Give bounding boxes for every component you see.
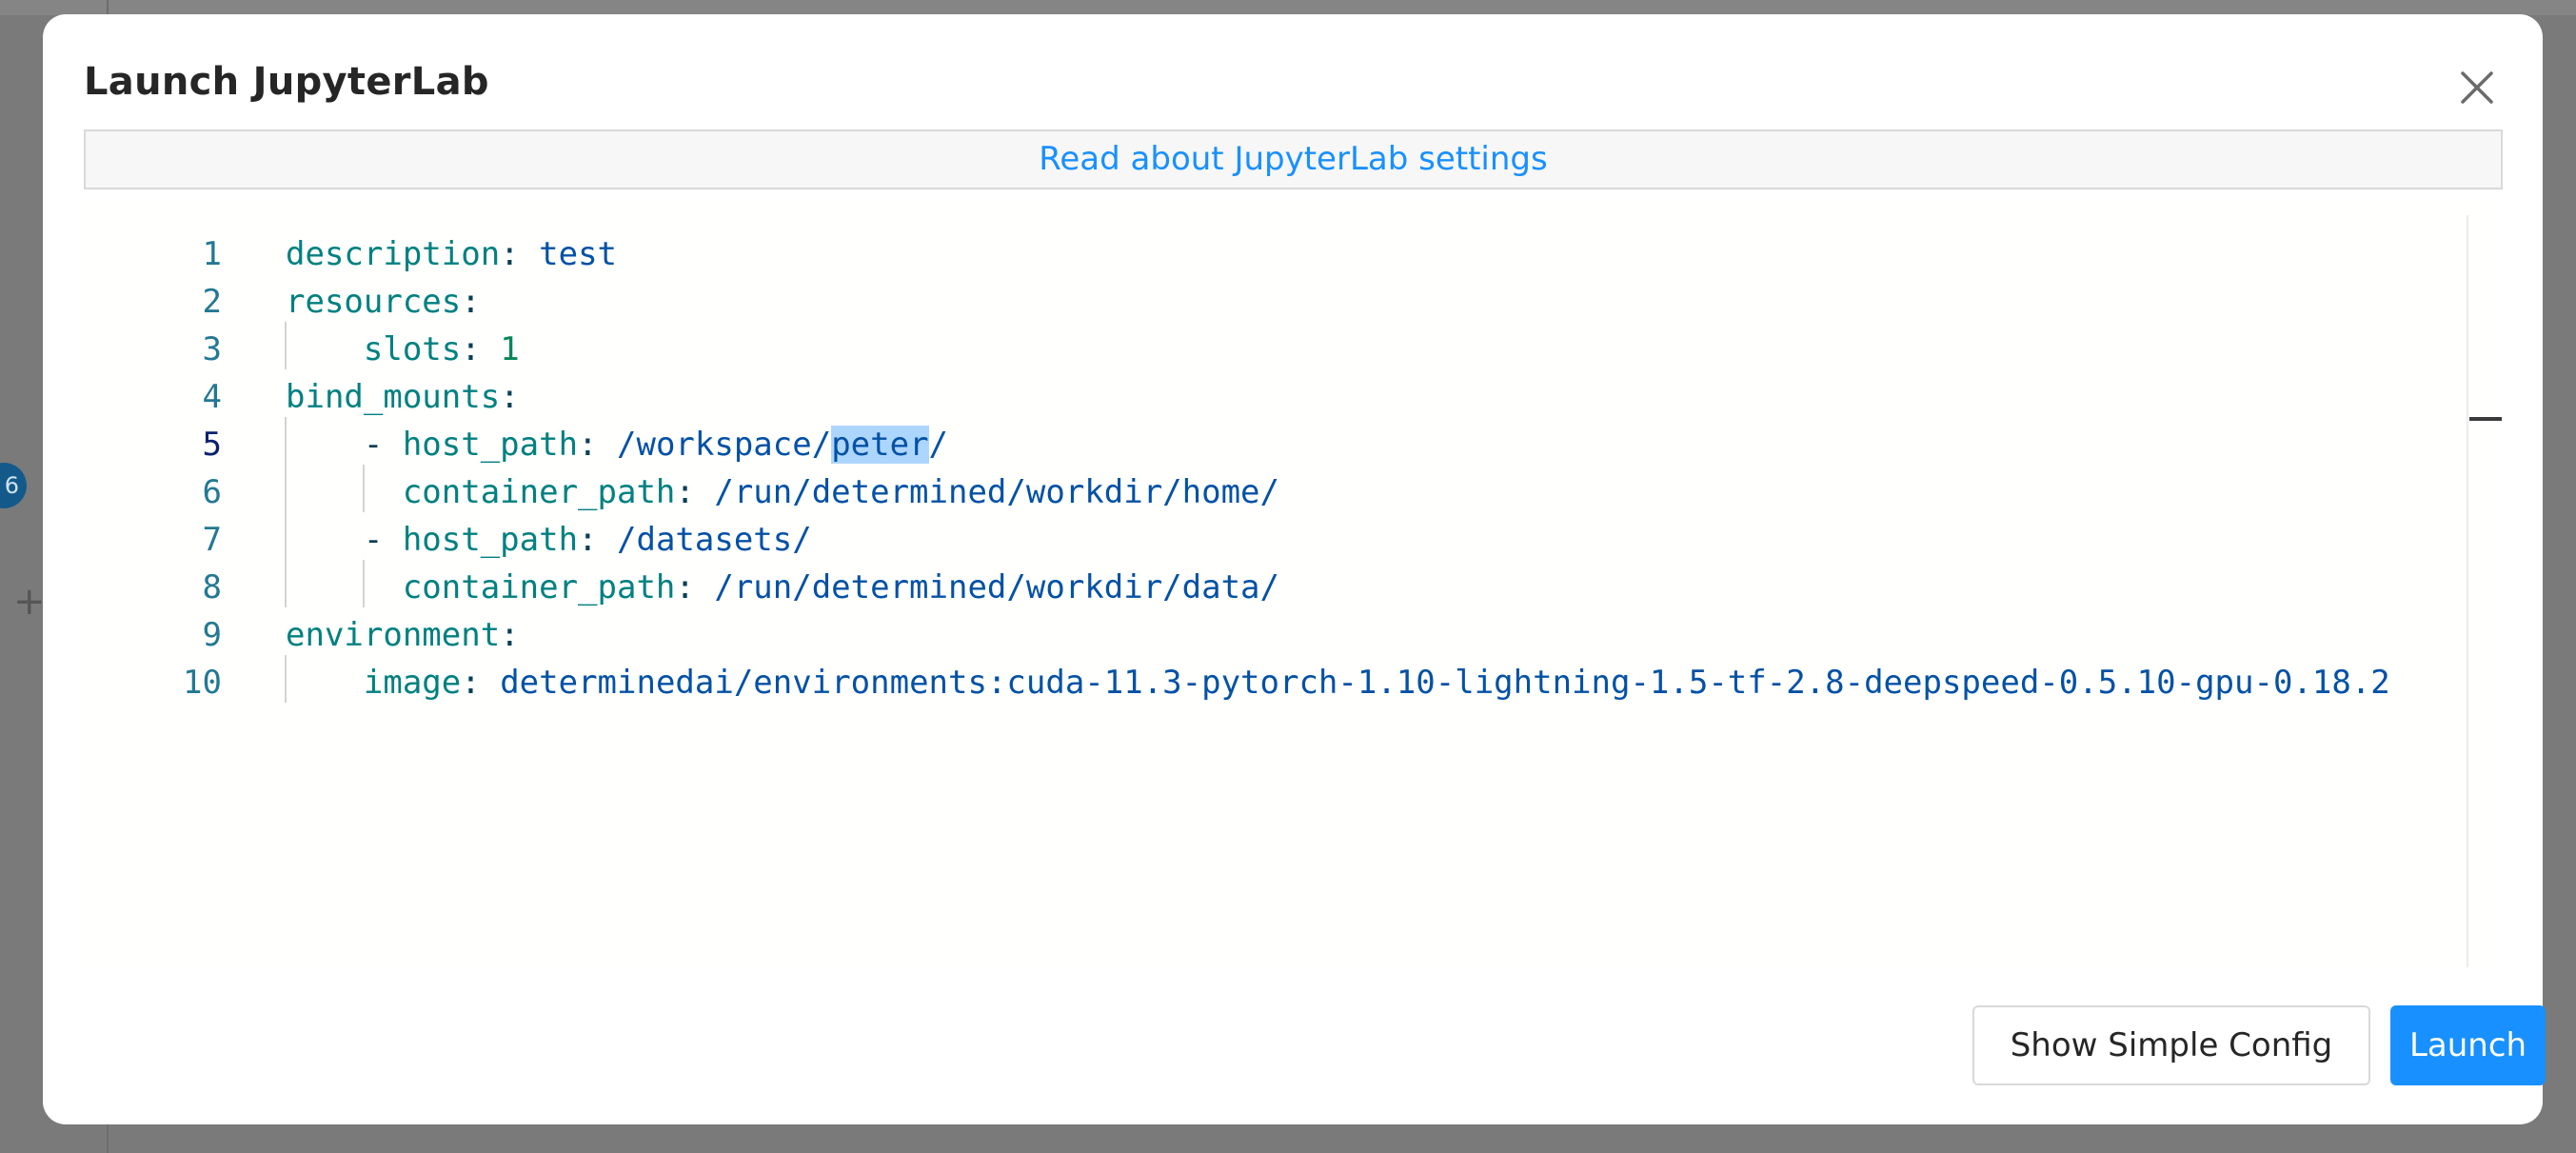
code-token: : [578, 521, 618, 559]
backdrop-header [0, 0, 2576, 15]
launch-button[interactable]: Launch [2390, 1005, 2546, 1085]
line-code: container_path: /run/determined/workdir/… [286, 564, 1279, 611]
line-number: 6 [202, 473, 222, 511]
line-code: environment: [286, 611, 520, 659]
line-code: image: determinedai/environments:cuda-11… [286, 659, 2390, 706]
modal-title: Launch JupyterLab [84, 60, 489, 104]
line-code: resources: [286, 278, 481, 326]
line-number: 8 [202, 568, 222, 606]
code-token: : [675, 568, 715, 606]
code-token: container_path [402, 473, 676, 511]
code-token: /workspace/ [617, 426, 832, 464]
close-icon [2461, 71, 2493, 104]
code-token: : [461, 330, 501, 368]
jupyterlab-settings-link[interactable]: Read about JupyterLab settings [1039, 140, 1547, 178]
backdrop-plus-icon: + [13, 580, 46, 624]
show-simple-config-button[interactable]: Show Simple Config [1972, 1005, 2370, 1085]
editor-line[interactable]: 5 - host_path: /workspace/peter/ [84, 421, 2445, 468]
line-number: 2 [202, 283, 222, 321]
code-token: peter [831, 426, 929, 464]
code-token: : [461, 664, 501, 702]
line-number: 9 [202, 616, 222, 654]
code-token: environment [286, 616, 501, 654]
scrollbar-cursor-marker [2469, 417, 2502, 421]
code-token: /run/determined/workdir/home/ [714, 473, 1279, 511]
code-token: test [539, 235, 618, 273]
launch-jupyterlab-modal: Launch JupyterLab Read about JupyterLab … [43, 14, 2546, 1124]
code-token: : [578, 426, 618, 464]
code-token: image [363, 664, 462, 702]
code-token: - [286, 521, 403, 559]
code-token: host_path [402, 426, 579, 464]
editor-line[interactable]: 4 bind_mounts: [84, 373, 2445, 421]
editor-line[interactable]: 1 description: test [84, 230, 2445, 278]
editor-line[interactable]: 2 resources: [84, 278, 2445, 326]
editor-scrollbar[interactable] [2467, 215, 2503, 967]
code-token: / [928, 426, 949, 464]
line-number: 3 [202, 330, 222, 368]
editor-line[interactable]: 6 container_path: /run/determined/workdi… [84, 468, 2445, 516]
line-number: 7 [202, 521, 222, 559]
code-token: : [500, 616, 520, 654]
line-number: 10 [183, 664, 222, 702]
indent-guide [363, 465, 365, 512]
editor-line[interactable]: 10 image: determinedai/environments:cuda… [84, 659, 2445, 706]
line-code: - host_path: /datasets/ [286, 516, 812, 564]
backdrop-badge: 6 [0, 463, 27, 508]
code-token: /run/determined/workdir/data/ [714, 568, 1279, 606]
code-token: : [675, 473, 715, 511]
code-token: bind_mounts [286, 378, 501, 416]
line-code: container_path: /run/determined/workdir/… [286, 468, 1279, 516]
code-token: : [500, 235, 540, 273]
code-token: : [500, 378, 520, 416]
editor-line[interactable]: 3 slots: 1 [84, 326, 2445, 373]
code-token: resources [286, 283, 462, 321]
indent-guide [285, 322, 287, 369]
close-button[interactable] [2451, 62, 2503, 113]
line-code: - host_path: /workspace/peter/ [286, 421, 948, 468]
editor-line[interactable]: 7 - host_path: /datasets/ [84, 516, 2445, 564]
line-code: description: test [286, 230, 617, 278]
indent-guide [285, 655, 287, 703]
code-token: host_path [402, 521, 579, 559]
code-token: determinedai/environments:cuda-11.3-pyto… [500, 664, 2390, 702]
line-number: 4 [202, 378, 222, 416]
code-token: description [286, 235, 501, 273]
line-number: 1 [202, 235, 222, 273]
editor-line[interactable]: 9 environment: [84, 611, 2445, 659]
code-token: slots [363, 330, 462, 368]
settings-info-bar: Read about JupyterLab settings [84, 129, 2503, 189]
code-token: 1 [500, 330, 520, 368]
line-code: slots: 1 [286, 326, 520, 373]
code-token: /datasets/ [617, 521, 812, 559]
indent-guide [285, 417, 287, 607]
line-code: bind_mounts: [286, 373, 520, 421]
indent-guide [363, 560, 365, 607]
line-number: 5 [202, 426, 222, 464]
config-editor[interactable]: 1 description: test 2 resources: 3 slots: 14… [84, 201, 2503, 968]
code-token: container_path [402, 568, 676, 606]
code-token: - [286, 426, 403, 464]
editor-line[interactable]: 8 container_path: /run/determined/workdi… [84, 564, 2445, 611]
code-token: : [461, 283, 481, 321]
